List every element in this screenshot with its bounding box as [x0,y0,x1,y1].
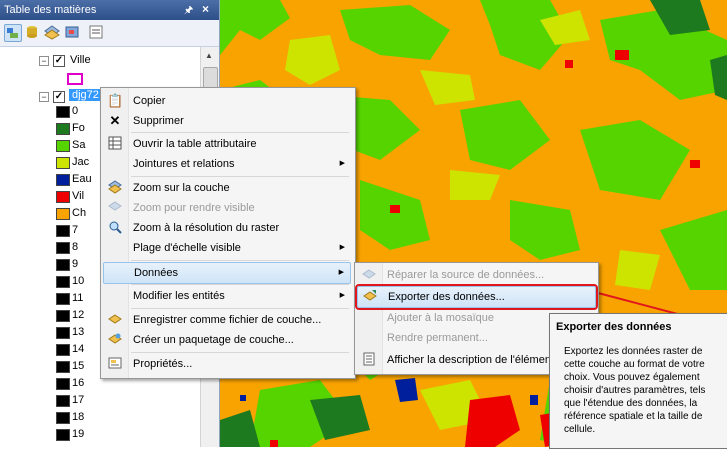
menu-item-data[interactable]: Données ▶ [103,262,351,284]
layer-file-icon [107,312,123,328]
menu-item-copy[interactable]: 📋 Copier [103,91,351,111]
legend-swatch [56,344,70,356]
legend-swatch [56,259,70,271]
copy-icon: 📋 [107,93,124,108]
menu-separator [131,176,349,177]
list-by-drawing-order-icon[interactable] [4,24,22,42]
zoom-raster-icon [107,220,123,236]
submenu-arrow-icon: ▶ [339,160,345,167]
layer-name-djg72[interactable]: djg72 [69,89,102,101]
legend-swatch [56,293,70,305]
layer-package-icon [107,332,123,348]
tooltip-body: Exportez les données raster de cette cou… [564,346,706,435]
menu-item-delete[interactable]: ✕ Supprimer [103,111,351,131]
legend-swatch [56,157,70,169]
menu-item-create-layer-package[interactable]: Créer un paquetage de couche... [103,330,351,350]
layer-checkbox-djg72[interactable]: ✓ [53,91,65,103]
legend-swatch [56,174,70,186]
scroll-up-icon[interactable]: ▲ [205,51,213,60]
menu-item-export-data[interactable]: Exporter des données... [355,284,598,310]
legend-item: 18 [56,411,219,425]
menu-separator [131,308,349,309]
menu-item-zoom-make-visible[interactable]: Zoom pour rendre visible [103,198,351,218]
legend-swatch [56,361,70,373]
menu-item-joins-relates[interactable]: Jointures et relations ▶ [103,154,351,174]
toc-toolbar [0,20,219,47]
toc-title-bar: Table des matières 🖈 × [0,0,219,20]
options-icon[interactable] [88,24,104,40]
legend-swatch [56,123,70,135]
legend-swatch [56,310,70,322]
list-by-source-icon[interactable] [24,24,40,40]
table-icon [107,136,123,152]
list-by-selection-icon[interactable] [64,24,80,40]
delete-icon: ✕ [109,113,121,128]
close-icon[interactable]: × [202,2,209,16]
submenu-arrow-icon: ▶ [339,244,345,251]
legend-swatch [56,327,70,339]
layer-checkbox-ville[interactable]: ✓ [53,55,65,67]
menu-item-save-layer-file[interactable]: Enregistrer comme fichier de couche... [103,310,351,330]
legend-swatch [56,395,70,407]
export-data-icon [362,289,378,305]
menu-item-repair-data-source[interactable]: Réparer la source de données... [357,265,594,285]
zoom-layer-icon [107,180,123,196]
collapse-icon[interactable]: − [39,56,49,66]
legend-item: 17 [56,394,219,408]
ville-symbol [67,73,83,85]
layer-name-ville[interactable]: Ville [70,54,91,66]
collapse-icon[interactable]: − [39,92,49,102]
list-by-visibility-icon[interactable] [44,24,60,40]
menu-separator [131,284,349,285]
repair-icon [361,267,377,283]
legend-swatch [56,412,70,424]
menu-item-properties[interactable]: Propriétés... [103,354,351,374]
tooltip-title: Exporter des données [556,321,672,333]
legend-swatch [56,242,70,254]
menu-item-zoom-to-layer[interactable]: Zoom sur la couche [103,178,351,198]
menu-separator [131,260,349,261]
menu-item-open-attribute-table[interactable]: Ouvrir la table attributaire [103,134,351,154]
description-icon [361,352,377,368]
legend-swatch [56,225,70,237]
legend-swatch [56,140,70,152]
submenu-arrow-icon: ▶ [339,292,345,299]
legend-item: 19 [56,428,219,442]
menu-item-edit-features[interactable]: Modifier les entités ▶ [103,286,351,306]
legend-swatch [56,429,70,441]
legend-swatch [56,106,70,118]
scroll-thumb[interactable] [203,67,218,89]
export-data-tooltip: Exporter des données Exportez les donnée… [549,313,727,449]
layer-context-menu: 📋 Copier ✕ Supprimer Ouvrir la table att… [100,87,356,379]
menu-separator [131,352,349,353]
menu-item-zoom-raster-resolution[interactable]: Zoom à la résolution du raster [103,218,351,238]
legend-swatch [56,276,70,288]
properties-icon [107,356,123,372]
legend-item: 16 [56,377,219,391]
legend-swatch [56,191,70,203]
menu-item-visible-scale-range[interactable]: Plage d'échelle visible ▶ [103,238,351,258]
legend-swatch [56,208,70,220]
toc-title: Table des matières [4,4,97,16]
pin-icon[interactable]: 🖈 [184,3,193,20]
submenu-arrow-icon: ▶ [338,269,344,276]
zoom-visible-icon [107,200,123,216]
menu-separator [131,132,349,133]
legend-swatch [56,378,70,390]
